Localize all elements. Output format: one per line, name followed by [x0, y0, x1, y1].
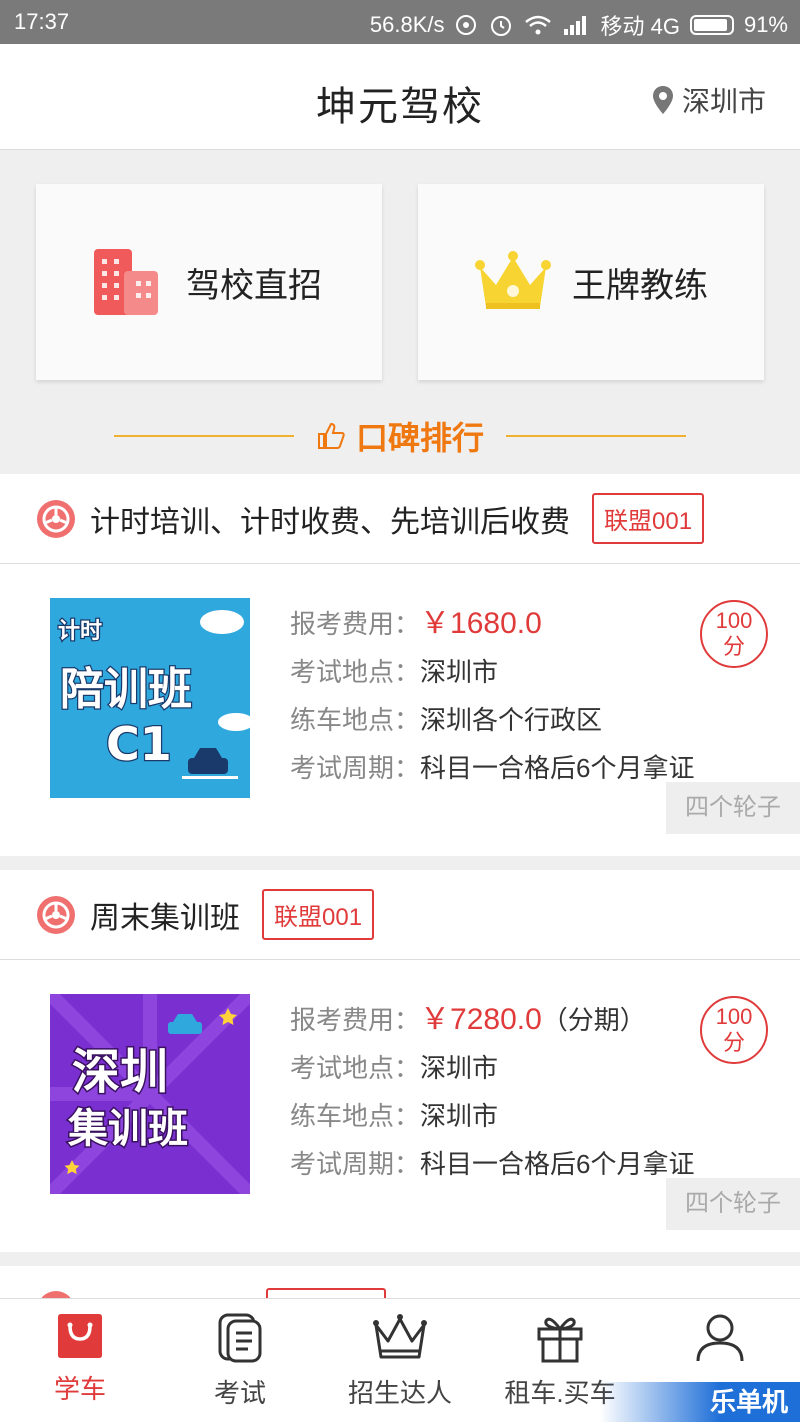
nav-learn-car[interactable]: 学车 — [0, 1299, 160, 1422]
fee-value: ￥7280.0 — [420, 1003, 542, 1036]
school-tag: 四个轮子 — [666, 782, 800, 834]
ace-coach-label: 王牌教练 — [572, 266, 708, 305]
thumb-text-1: 深圳 — [72, 1044, 168, 1100]
wifi-icon — [525, 15, 552, 35]
carrier: 移动 4G — [600, 14, 680, 39]
wheel-icon — [37, 499, 75, 538]
exam-location-value: 深圳市 — [420, 1053, 499, 1083]
course-name: 计时培训、计时收费、先培训后收费 — [90, 505, 570, 539]
score-value: 100 — [715, 1004, 753, 1029]
exam-period-label: 考试周期： — [290, 1149, 421, 1179]
crown-outline-icon — [373, 1314, 427, 1359]
exam-location-row: 考试地点：深圳市 — [290, 648, 694, 696]
document-icon — [218, 1313, 262, 1363]
building-icon — [94, 249, 158, 315]
divider-line-right — [506, 435, 686, 437]
signal-icon — [564, 16, 587, 35]
ace-coach-card[interactable]: 王牌教练 — [418, 184, 764, 380]
user-icon — [696, 1314, 744, 1362]
practice-location-row: 练车地点：深圳各个行政区 — [290, 696, 694, 744]
wheel-icon — [37, 895, 75, 934]
score-badge: 100 分 — [700, 996, 768, 1064]
fee-label: 报考费用： — [290, 1005, 421, 1035]
practice-location-value: 深圳市 — [420, 1101, 499, 1131]
fee-row: 报考费用：￥1680.0 — [290, 600, 694, 648]
course-header: 周末集训班 联盟001 — [0, 870, 800, 960]
school-direct-card[interactable]: 驾校直招 — [36, 184, 382, 380]
nav-exam-label: 考试 — [213, 1378, 266, 1408]
gift-icon — [537, 1317, 583, 1363]
practice-location-value: 深圳各个行政区 — [420, 705, 603, 735]
watermark-logo: 乐单机 — [600, 1382, 800, 1422]
course-thumbnail-art: 深圳 集训班 — [50, 994, 250, 1194]
fee-value: ￥1680.0 — [420, 607, 542, 640]
course-thumbnail: 深圳 集训班 — [50, 994, 250, 1194]
nav-exam[interactable]: 考试 — [160, 1299, 320, 1422]
location-selector[interactable]: 深圳市 — [652, 80, 766, 120]
status-bar: 17:37 56.8K/s 移动 4G 91% — [0, 0, 800, 44]
fee-label: 报考费用： — [290, 609, 421, 639]
status-indicators: 56.8K/s 移动 4G 91% — [370, 9, 788, 41]
fee-note: （分期） — [541, 1005, 646, 1035]
practice-location-row: 练车地点：深圳市 — [290, 1092, 694, 1140]
nav-recruit[interactable]: 招生达人 — [320, 1299, 480, 1422]
course-name: 周末集训班 — [90, 901, 240, 935]
practice-location-label: 练车地点： — [290, 1101, 421, 1131]
location-pin-icon — [652, 86, 673, 114]
exam-period-row: 考试周期：科目一合格后6个月拿证 — [290, 744, 694, 792]
alliance-badge: 联盟001 — [592, 493, 705, 544]
course-info: 报考费用：￥1680.0 考试地点：深圳市 练车地点：深圳各个行政区 考试周期：… — [290, 600, 694, 792]
thumb-text-2: 集训班 — [67, 1106, 188, 1152]
course-header: 计时培训、计时收费、先培训后收费 联盟001 — [0, 474, 800, 564]
score-badge: 100 分 — [700, 600, 768, 668]
course-body: 深圳 集训班 报考费用：￥7280.0（分期） 考试地点：深圳市 练车地点：深圳… — [0, 960, 800, 1252]
score-unit: 分 — [722, 634, 745, 659]
network-speed: 56.8K/s — [369, 12, 445, 37]
battery-icon — [689, 15, 734, 35]
score-value: 100 — [715, 608, 753, 633]
exam-period-value: 科目一合格后6个月拿证 — [420, 753, 695, 783]
exam-period-label: 考试周期： — [290, 753, 421, 783]
course-section[interactable]: 周末集训班 联盟001 深圳 集训班 报考费用：￥7280.0（分期） 考试地点… — [0, 870, 800, 1252]
course-thumbnail-art: 计时 陪训班 C1 — [50, 598, 250, 798]
crown-icon — [475, 251, 551, 309]
school-tag: 四个轮子 — [666, 1178, 800, 1230]
course-body: 计时 陪训班 C1 报考费用：￥1680.0 考试地点：深圳市 练车地点：深圳各… — [0, 564, 800, 856]
course-section[interactable]: 计时培训、计时收费、先培训后收费 联盟001 计时 陪训班 C1 报考费用：￥1… — [0, 474, 800, 856]
nav-rent-buy-label: 租车.买车 — [504, 1378, 616, 1408]
exam-location-row: 考试地点：深圳市 — [290, 1044, 694, 1092]
thumbs-up-icon — [317, 422, 345, 449]
alliance-badge: 联盟001 — [262, 889, 375, 940]
bag-icon — [58, 1314, 102, 1358]
app-header: 坤元驾校 深圳市 — [0, 44, 800, 150]
divider-line-left — [113, 435, 294, 437]
nav-learn-car-label: 学车 — [53, 1374, 106, 1404]
hotspot-icon — [456, 15, 477, 35]
ranking-title: 口碑排行 — [316, 413, 484, 459]
exam-period-value: 科目一合格后6个月拿证 — [420, 1149, 695, 1179]
ranking-divider: 口碑排行 — [0, 418, 800, 456]
thumb-text-1: 计时 — [58, 619, 102, 644]
course-info: 报考费用：￥7280.0（分期） 考试地点：深圳市 练车地点：深圳市 考试周期：… — [290, 996, 694, 1188]
exam-period-row: 考试周期：科目一合格后6个月拿证 — [290, 1140, 694, 1188]
thumb-text-2: 陪训班 — [60, 664, 192, 715]
alarm-icon — [491, 16, 512, 36]
ranking-label: 口碑排行 — [355, 420, 484, 456]
status-time: 17:37 — [14, 9, 70, 34]
location-label: 深圳市 — [681, 86, 766, 117]
practice-location-label: 练车地点： — [290, 705, 421, 735]
fee-row: 报考费用：￥7280.0（分期） — [290, 996, 694, 1044]
feature-area: 驾校直招 王牌教练 口碑排行 — [0, 150, 800, 474]
score-unit: 分 — [722, 1030, 745, 1055]
exam-location-label: 考试地点： — [290, 1053, 421, 1083]
battery-percent: 91% — [743, 12, 788, 37]
course-thumbnail: 计时 陪训班 C1 — [50, 598, 250, 798]
school-direct-label: 驾校直招 — [186, 266, 322, 305]
exam-location-label: 考试地点： — [290, 657, 421, 687]
thumb-text-3: C1 — [106, 717, 172, 771]
exam-location-value: 深圳市 — [420, 657, 499, 687]
nav-recruit-label: 招生达人 — [347, 1378, 452, 1408]
